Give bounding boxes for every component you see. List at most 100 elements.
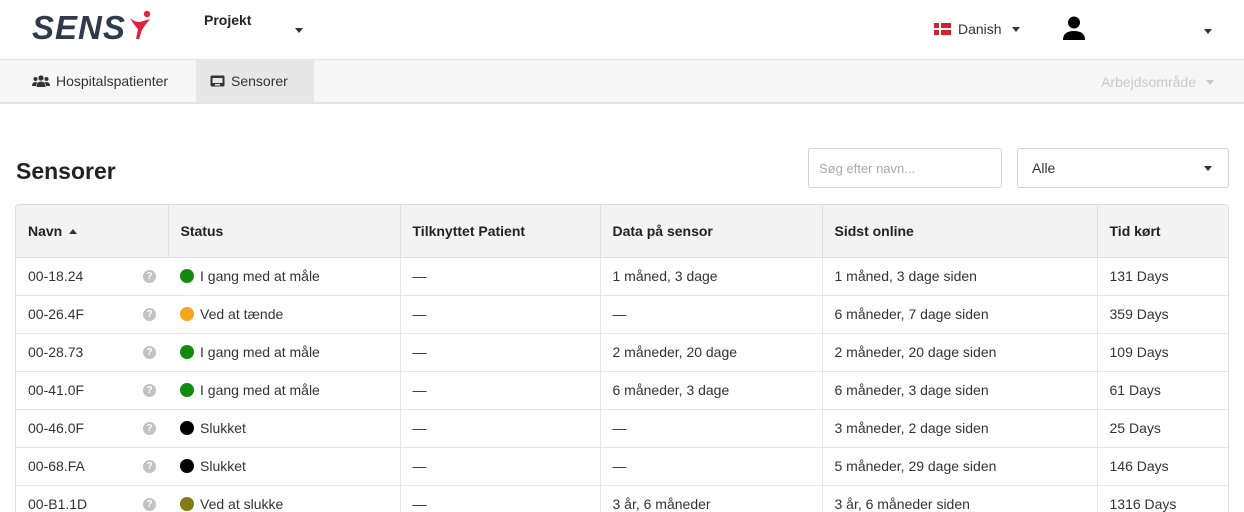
status-dot-icon	[180, 307, 194, 321]
status-cell: I gang med at måle	[168, 257, 401, 296]
sensor-name-cell: 00-28.73?	[16, 333, 168, 372]
table-row[interactable]: 00-28.73? I gang med at måle —2 måneder, 2…	[16, 333, 1228, 372]
status-cell: Ved at slukke	[168, 485, 401, 512]
column-header-sidst-online[interactable]: Sidst online	[822, 205, 1098, 258]
help-icon[interactable]: ?	[143, 345, 156, 359]
last-online-cell: 2 måneder, 20 dage siden	[822, 333, 1098, 372]
status-text: I gang med at måle	[200, 268, 320, 284]
patient-cell: —	[400, 485, 601, 512]
status-dot-icon	[180, 383, 194, 397]
status-dot-icon	[180, 345, 194, 359]
sensor-data-cell: —	[600, 295, 823, 334]
table-row[interactable]: 00-46.0F? Slukket — —3 måneder, 2 dage side…	[16, 409, 1228, 448]
status-text: Slukket	[200, 420, 246, 436]
main-nav: Hospitalspatienter Sensorer Arbejdsområd…	[0, 60, 1244, 104]
column-header-data-paa-sensor[interactable]: Data på sensor	[600, 205, 823, 258]
sensor-data-cell: 3 år, 6 måneder	[600, 485, 823, 512]
sensor-icon	[210, 75, 225, 87]
status-dot-icon	[180, 421, 194, 435]
table-row[interactable]: 00-41.0F? I gang med at måle — 6 måneder, 3…	[16, 371, 1228, 410]
status-text: Slukket	[200, 458, 246, 474]
sensor-data-cell: 1 måned, 3 dage	[600, 257, 823, 296]
last-online-cell: 3 måneder, 2 dage siden	[822, 409, 1098, 448]
sens-logo[interactable]: SENS	[32, 8, 154, 48]
status-cell: Ved at tænde	[168, 295, 401, 334]
patient-cell: —	[400, 295, 601, 334]
project-selector[interactable]: Projekt	[204, 12, 251, 28]
sort-ascending-icon	[69, 228, 78, 234]
sensor-data-cell: 2 måneder, 20 dage	[600, 333, 823, 372]
column-header-tid-koert[interactable]: Tid kørt	[1097, 205, 1228, 258]
sensor-name-cell: 00-68.FA?	[16, 447, 168, 486]
runtime-cell: 146 Days	[1097, 447, 1228, 486]
runtime-cell: 109 Days	[1097, 333, 1228, 372]
help-icon[interactable]: ?	[143, 269, 156, 283]
workspace-selector[interactable]: Arbejdsområde	[1101, 74, 1214, 90]
status-text: Ved at slukke	[200, 496, 284, 512]
status-dot-icon	[180, 459, 194, 473]
column-header-tilknyttet-patient[interactable]: Tilknyttet Patient	[400, 205, 601, 258]
patient-cell: —	[400, 257, 601, 296]
status-dot-icon	[180, 269, 194, 283]
user-icon[interactable]	[1063, 16, 1085, 40]
nav-item-hospitalspatienter[interactable]: Hospitalspatienter	[18, 60, 182, 102]
status-dot-icon	[180, 497, 194, 511]
sensor-name: 00-41.0F	[28, 382, 85, 398]
workspace-label: Arbejdsområde	[1101, 74, 1196, 90]
runtime-cell: 359 Days	[1097, 295, 1228, 334]
patient-cell: —	[400, 333, 601, 372]
table-header-row: Navn Status Tilknyttet Patient Data på s…	[16, 205, 1228, 258]
table-row[interactable]: 00-B1.1D? Ved at slukke —3 år, 6 måneder 3 …	[16, 485, 1228, 512]
table-row[interactable]: 00-18.24? I gang med at måle —1 måned, 3 d…	[16, 257, 1228, 296]
language-label: Danish	[958, 21, 1002, 37]
sensor-data-cell: —	[600, 409, 823, 448]
column-header-navn[interactable]: Navn	[16, 205, 169, 258]
table-row[interactable]: 00-68.FA? Slukket — —5 måneder, 29 dage sid…	[16, 447, 1228, 486]
help-icon[interactable]: ?	[143, 421, 156, 435]
sensor-name: 00-68.FA	[28, 458, 85, 474]
help-icon[interactable]: ?	[143, 307, 156, 321]
sensor-name-cell: 00-46.0F?	[16, 409, 168, 448]
status-cell: Slukket	[168, 447, 401, 486]
sensors-table: Navn Status Tilknyttet Patient Data på s…	[15, 204, 1229, 512]
runtime-cell: 131 Days	[1097, 257, 1228, 296]
sensor-name: 00-B1.1D	[28, 496, 88, 512]
status-filter-select[interactable]: Alle	[1017, 148, 1229, 188]
top-header: SENS Projekt Danish	[0, 0, 1244, 60]
filter-value: Alle	[1032, 160, 1056, 176]
help-icon[interactable]: ?	[143, 497, 156, 511]
sensor-name: 00-26.4F	[28, 306, 85, 322]
sensor-name-cell: 00-26.4F?	[16, 295, 168, 334]
language-selector[interactable]: Danish	[934, 21, 1020, 37]
logo-text: SENS	[32, 9, 126, 46]
project-chevron-down-icon[interactable]	[295, 28, 303, 33]
last-online-cell: 1 måned, 3 dage siden	[822, 257, 1098, 296]
help-icon[interactable]: ?	[143, 383, 156, 397]
nav-item-sensorer[interactable]: Sensorer	[196, 60, 314, 102]
patient-cell: —	[400, 409, 601, 448]
user-menu-chevron-down-icon[interactable]	[1204, 29, 1212, 34]
patient-cell: —	[400, 447, 601, 486]
runtime-cell: 1316 Days	[1097, 485, 1228, 512]
logo-figure-icon	[129, 10, 151, 39]
last-online-cell: 6 måneder, 7 dage siden	[822, 295, 1098, 334]
status-text: I gang med at måle	[200, 344, 320, 360]
language-chevron-down-icon	[1011, 26, 1020, 32]
sensor-name-cell: 00-18.24?	[16, 257, 168, 296]
last-online-cell: 3 år, 6 måneder siden	[822, 485, 1098, 512]
search-input[interactable]	[808, 148, 1002, 188]
column-header-status[interactable]: Status	[168, 205, 401, 258]
nav-label-hospitalspatienter: Hospitalspatienter	[56, 73, 169, 89]
sensor-data-cell: —	[600, 447, 823, 486]
last-online-cell: 5 måneder, 29 dage siden	[822, 447, 1098, 486]
status-cell: I gang med at måle	[168, 333, 401, 372]
help-icon[interactable]: ?	[143, 459, 156, 473]
status-cell: I gang med at måle	[168, 371, 401, 410]
sensor-name-cell: 00-B1.1D?	[16, 485, 168, 512]
status-text: I gang med at måle	[200, 382, 320, 398]
last-online-cell: 6 måneder, 3 dage siden	[822, 371, 1098, 410]
users-icon	[32, 75, 50, 87]
runtime-cell: 61 Days	[1097, 371, 1228, 410]
table-row[interactable]: 00-26.4F? Ved at tænde — —6 måneder, 7 dage…	[16, 295, 1228, 334]
patient-cell: —	[400, 371, 601, 410]
